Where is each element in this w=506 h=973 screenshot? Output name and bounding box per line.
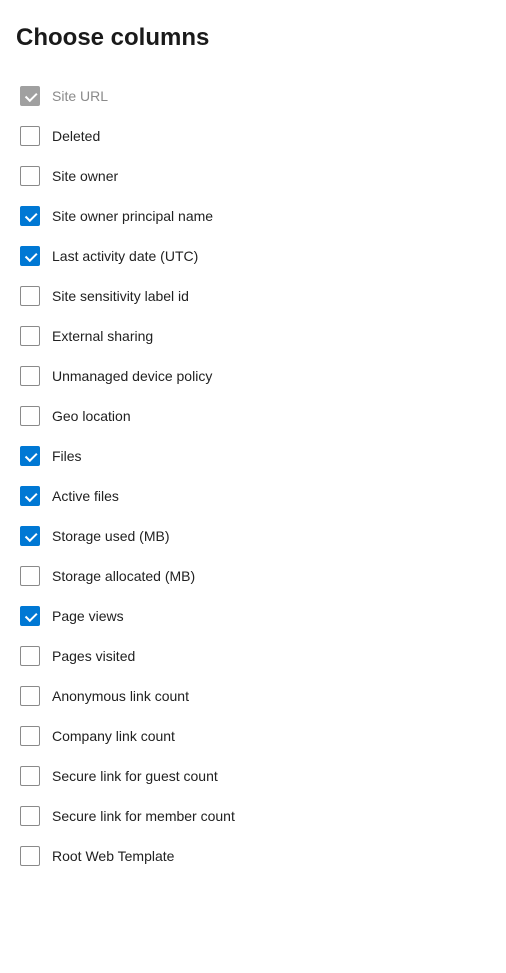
checkbox-item-company-link-count[interactable]: Company link count [16, 716, 490, 756]
checkbox-geo-location[interactable] [20, 406, 40, 426]
page-title: Choose columns [16, 24, 490, 52]
checkbox-item-secure-link-member-count[interactable]: Secure link for member count [16, 796, 490, 836]
label-site-url: Site URL [52, 88, 108, 104]
checkbox-storage-used[interactable] [20, 526, 40, 546]
label-pages-visited: Pages visited [52, 648, 135, 664]
checkbox-deleted[interactable] [20, 126, 40, 146]
checkbox-last-activity-date[interactable] [20, 246, 40, 266]
checkbox-item-storage-used[interactable]: Storage used (MB) [16, 516, 490, 556]
checkbox-external-sharing[interactable] [20, 326, 40, 346]
label-site-owner: Site owner [52, 168, 118, 184]
checkbox-active-files[interactable] [20, 486, 40, 506]
checkbox-item-files[interactable]: Files [16, 436, 490, 476]
checkbox-item-site-owner-principal-name[interactable]: Site owner principal name [16, 196, 490, 236]
label-files: Files [52, 448, 82, 464]
checkbox-item-geo-location[interactable]: Geo location [16, 396, 490, 436]
checkbox-item-anonymous-link-count[interactable]: Anonymous link count [16, 676, 490, 716]
checkbox-item-page-views[interactable]: Page views [16, 596, 490, 636]
label-active-files: Active files [52, 488, 119, 504]
label-external-sharing: External sharing [52, 328, 153, 344]
checkbox-root-web-template[interactable] [20, 846, 40, 866]
checkbox-item-root-web-template[interactable]: Root Web Template [16, 836, 490, 876]
label-secure-link-member-count: Secure link for member count [52, 808, 235, 824]
checkbox-secure-link-member-count[interactable] [20, 806, 40, 826]
checkbox-pages-visited[interactable] [20, 646, 40, 666]
checkbox-item-last-activity-date[interactable]: Last activity date (UTC) [16, 236, 490, 276]
checkbox-company-link-count[interactable] [20, 726, 40, 746]
label-anonymous-link-count: Anonymous link count [52, 688, 189, 704]
checkbox-site-owner-principal-name[interactable] [20, 206, 40, 226]
label-deleted: Deleted [52, 128, 100, 144]
label-secure-link-guest-count: Secure link for guest count [52, 768, 218, 784]
checkbox-item-secure-link-guest-count[interactable]: Secure link for guest count [16, 756, 490, 796]
checkbox-page-views[interactable] [20, 606, 40, 626]
checkbox-item-site-url[interactable]: Site URL [16, 76, 490, 116]
checkbox-site-owner[interactable] [20, 166, 40, 186]
checkbox-item-unmanaged-device-policy[interactable]: Unmanaged device policy [16, 356, 490, 396]
label-company-link-count: Company link count [52, 728, 175, 744]
column-list: Site URL Deleted Site owner Site owner prin… [16, 76, 490, 876]
checkbox-item-site-owner[interactable]: Site owner [16, 156, 490, 196]
label-storage-allocated: Storage allocated (MB) [52, 568, 195, 584]
checkbox-storage-allocated[interactable] [20, 566, 40, 586]
checkbox-unmanaged-device-policy[interactable] [20, 366, 40, 386]
label-storage-used: Storage used (MB) [52, 528, 170, 544]
label-site-sensitivity-label-id: Site sensitivity label id [52, 288, 189, 304]
checkbox-item-deleted[interactable]: Deleted [16, 116, 490, 156]
checkbox-item-active-files[interactable]: Active files [16, 476, 490, 516]
label-root-web-template: Root Web Template [52, 848, 174, 864]
label-last-activity-date: Last activity date (UTC) [52, 248, 198, 264]
checkbox-item-storage-allocated[interactable]: Storage allocated (MB) [16, 556, 490, 596]
checkbox-item-external-sharing[interactable]: External sharing [16, 316, 490, 356]
checkbox-item-site-sensitivity-label-id[interactable]: Site sensitivity label id [16, 276, 490, 316]
checkbox-anonymous-link-count[interactable] [20, 686, 40, 706]
checkbox-site-url[interactable] [20, 86, 40, 106]
checkbox-item-pages-visited[interactable]: Pages visited [16, 636, 490, 676]
label-site-owner-principal-name: Site owner principal name [52, 208, 213, 224]
label-page-views: Page views [52, 608, 124, 624]
checkbox-secure-link-guest-count[interactable] [20, 766, 40, 786]
checkbox-site-sensitivity-label-id[interactable] [20, 286, 40, 306]
checkbox-files[interactable] [20, 446, 40, 466]
label-unmanaged-device-policy: Unmanaged device policy [52, 368, 212, 384]
label-geo-location: Geo location [52, 408, 131, 424]
